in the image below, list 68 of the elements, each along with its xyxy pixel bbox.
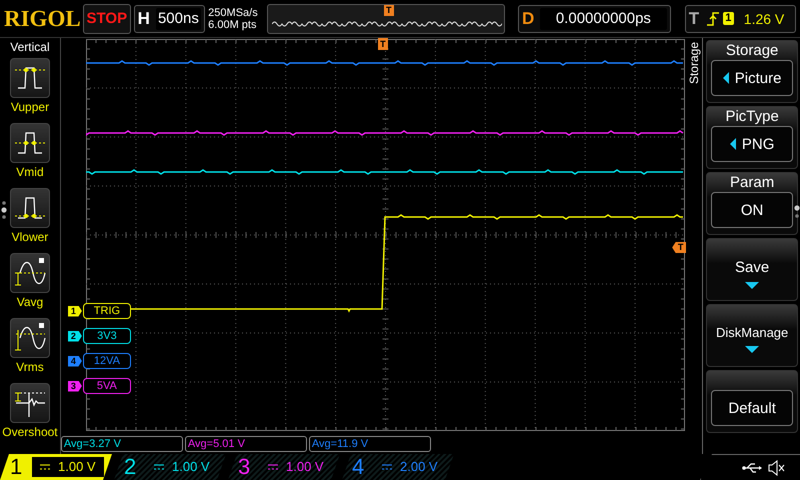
softkey[interactable]: Save bbox=[706, 238, 798, 301]
channel-scale: 1.00 V bbox=[146, 457, 218, 477]
menu-title: Storage bbox=[687, 42, 702, 84]
down-arrow-icon bbox=[745, 346, 760, 353]
channel-tab[interactable]: 3 1.00 V bbox=[228, 454, 340, 480]
measure-label: Vlower bbox=[12, 230, 48, 244]
channel-tab[interactable]: 2 1.00 V bbox=[114, 454, 226, 480]
softkey[interactable]: Storage Picture bbox=[706, 40, 798, 103]
measure-button[interactable] bbox=[10, 123, 50, 163]
rising-edge-icon bbox=[706, 12, 719, 26]
page-dots-icon bbox=[794, 204, 800, 220]
measure-button[interactable] bbox=[10, 58, 50, 98]
measure-button[interactable] bbox=[10, 318, 50, 358]
measure-label: Vavg bbox=[16, 295, 44, 309]
acquisition-info: 6.00M pts bbox=[208, 18, 258, 30]
channel-marker: 3 bbox=[68, 380, 82, 392]
channel-tab[interactable]: 4 2.00 V bbox=[342, 454, 454, 480]
trigger-position-marker: T bbox=[384, 4, 394, 16]
channel-scale: 2.00 V bbox=[374, 457, 446, 477]
softkey[interactable]: Param ON bbox=[706, 172, 798, 235]
usb-icon bbox=[742, 462, 762, 472]
down-arrow-icon bbox=[745, 282, 760, 289]
dc-coupling-icon bbox=[268, 464, 278, 470]
page-dots-icon bbox=[1, 200, 7, 220]
timebase-display: H 500ns bbox=[134, 4, 206, 32]
measurement-readout: Avg=3.27 V bbox=[60, 436, 183, 452]
softkey-value: Default bbox=[711, 390, 794, 426]
option-value: PNG bbox=[742, 136, 774, 152]
measure-label: Vrms bbox=[16, 360, 44, 374]
menu-title: Vertical bbox=[10, 40, 50, 54]
channel-scale: 1.00 V bbox=[32, 457, 104, 477]
measure-label: Vupper bbox=[10, 100, 50, 114]
channel-scale: 1.00 V bbox=[260, 457, 332, 477]
dc-coupling-icon bbox=[382, 464, 392, 470]
measurement-readout: Avg=11.9 V bbox=[308, 436, 431, 452]
measurement-readout: Avg=5.01 V bbox=[184, 436, 307, 452]
speaker-mute-icon bbox=[768, 460, 786, 476]
channel-marker: 1 bbox=[68, 306, 82, 316]
trigger-display: T 1 1.26 V bbox=[684, 4, 796, 32]
trigger-level: 1.26 V bbox=[744, 10, 784, 26]
softkey[interactable]: PicType PNG bbox=[706, 106, 798, 169]
brand-logo: RIGOL bbox=[4, 6, 80, 32]
trigger-level-marker: T bbox=[672, 242, 686, 253]
measure-label: Overshoot bbox=[2, 425, 58, 439]
waveform-label: 5VA bbox=[82, 378, 131, 394]
dc-coupling-icon bbox=[154, 464, 164, 470]
option-value: Picture bbox=[734, 70, 782, 86]
run-stop-status[interactable]: STOP bbox=[83, 4, 131, 34]
acquisition-info: 250MSa/s bbox=[208, 6, 259, 18]
channel-marker: 4 bbox=[68, 356, 82, 366]
dc-coupling-icon bbox=[40, 464, 50, 470]
delay-display: D 0.00000000ps bbox=[518, 4, 671, 32]
trigger-position-marker: T bbox=[378, 38, 388, 50]
waveform-label: 12VA bbox=[82, 353, 131, 369]
measure-button[interactable] bbox=[10, 253, 50, 293]
waveform-label: TRIG bbox=[82, 303, 131, 319]
channel-tab[interactable]: 1 1.00 V bbox=[0, 454, 112, 480]
trigger-source-badge: 1 bbox=[722, 12, 734, 25]
softkey-value: ON bbox=[711, 192, 794, 228]
measure-button[interactable] bbox=[10, 383, 50, 423]
waveform-label: 3V3 bbox=[82, 328, 131, 344]
left-arrow-icon bbox=[722, 72, 729, 84]
measure-label: Vmid bbox=[16, 165, 44, 179]
left-arrow-icon bbox=[730, 138, 736, 150]
measure-button[interactable] bbox=[10, 188, 50, 228]
softkey[interactable]: DiskManage bbox=[706, 304, 798, 367]
channel-marker: 2 bbox=[68, 330, 82, 342]
softkey[interactable]: Default bbox=[706, 370, 798, 433]
